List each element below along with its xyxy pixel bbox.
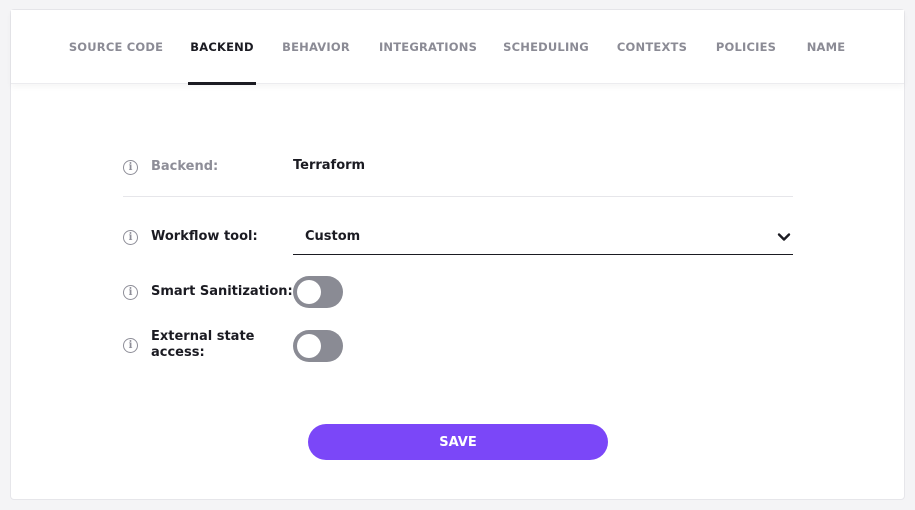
workflow-tool-row: i Workflow tool: Custom [123,219,793,255]
tab-source-code[interactable]: SOURCE CODE [68,10,164,84]
backend-row: i Backend: Terraform [123,158,793,178]
tab-backend[interactable]: BACKEND [188,10,256,85]
backend-label: Backend: [151,159,219,174]
tab-integrations[interactable]: INTEGRATIONS [379,10,477,84]
toggle-knob [297,334,321,358]
info-icon[interactable]: i [123,338,138,353]
tab-contexts[interactable]: CONTEXTS [616,10,688,84]
tab-behavior[interactable]: BEHAVIOR [282,10,350,84]
tab-bar: SOURCE CODE BACKEND BEHAVIOR INTEGRATION… [11,10,904,85]
workflow-tool-select[interactable]: Custom [293,219,793,255]
external-state-access-row: i External state access: [123,329,793,363]
tab-policies[interactable]: POLICIES [715,10,777,84]
tab-scheduling[interactable]: SCHEDULING [503,10,589,84]
save-button[interactable]: SAVE [308,424,608,460]
workflow-tool-selected-value: Custom [305,229,361,244]
smart-sanitization-toggle[interactable] [293,276,343,308]
backend-value: Terraform [293,158,366,173]
smart-sanitization-label: Smart Sanitization: [151,284,293,299]
external-state-access-label: External state access: [151,329,254,361]
settings-card: SOURCE CODE BACKEND BEHAVIOR INTEGRATION… [10,9,905,500]
workflow-tool-label: Workflow tool: [151,229,258,244]
smart-sanitization-row: i Smart Sanitization: [123,276,793,308]
divider [123,196,793,197]
chevron-down-icon [777,232,791,241]
tab-name[interactable]: NAME [803,10,849,84]
info-icon[interactable]: i [123,285,138,300]
external-state-access-label-line2: access: [151,345,205,360]
external-state-access-toggle[interactable] [293,330,343,362]
info-icon[interactable]: i [123,230,138,245]
toggle-knob [297,280,321,304]
external-state-access-label-line1: External state [151,329,255,344]
info-icon[interactable]: i [123,160,138,175]
